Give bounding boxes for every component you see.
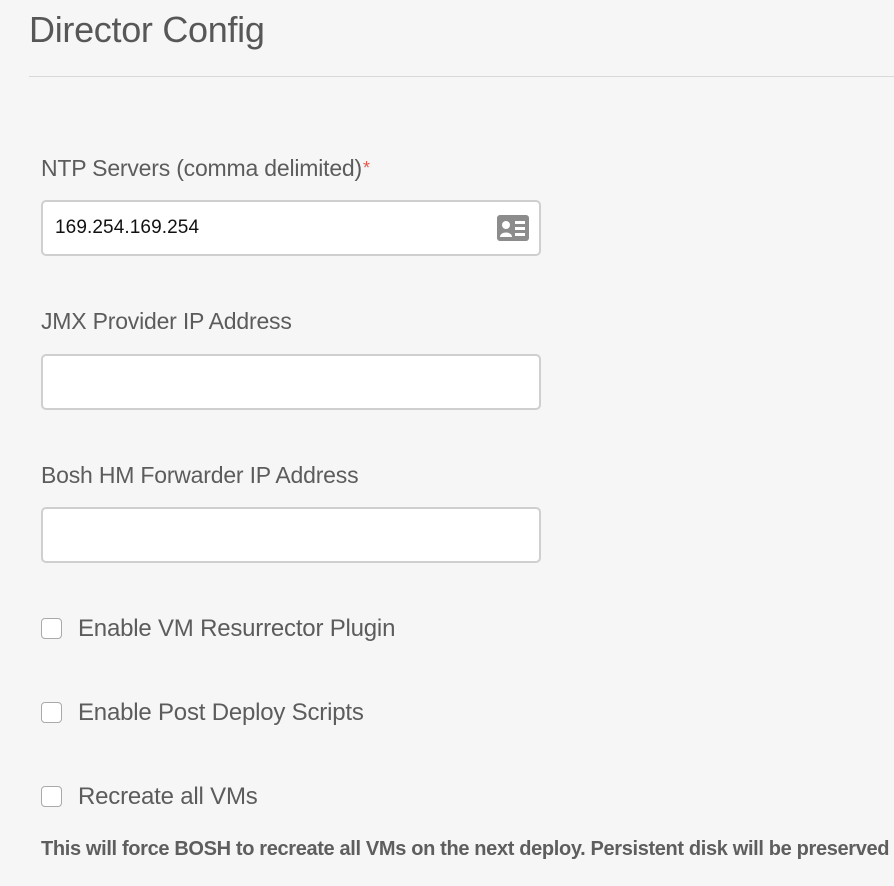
director-config-page: Director Config NTP Servers (comma delim… — [0, 0, 894, 886]
recreate-help-text: This will force BOSH to recreate all VMs… — [41, 838, 890, 860]
title-divider — [29, 76, 894, 77]
jmx-provider-input[interactable] — [41, 354, 541, 410]
vm-resurrector-label[interactable]: Enable VM Resurrector Plugin — [78, 614, 395, 644]
jmx-provider-label: JMX Provider IP Address — [41, 308, 292, 334]
page-title: Director Config — [29, 9, 265, 50]
recreate-all-vms-checkbox[interactable] — [41, 786, 62, 807]
ntp-servers-input[interactable]: 169.254.169.254 — [41, 200, 541, 256]
post-deploy-scripts-label[interactable]: Enable Post Deploy Scripts — [78, 698, 364, 728]
ntp-servers-label-text: NTP Servers (comma delimited) — [41, 155, 362, 181]
post-deploy-scripts-checkbox[interactable] — [41, 702, 62, 723]
contact-card-icon[interactable] — [497, 215, 529, 241]
bosh-hm-forwarder-label: Bosh HM Forwarder IP Address — [41, 462, 359, 488]
vm-resurrector-checkbox[interactable] — [41, 618, 62, 639]
required-asterisk: * — [362, 158, 370, 178]
bosh-hm-forwarder-input[interactable] — [41, 507, 541, 563]
ntp-servers-value: 169.254.169.254 — [55, 217, 200, 238]
recreate-all-vms-label[interactable]: Recreate all VMs — [78, 782, 258, 812]
ntp-servers-label: NTP Servers (comma delimited)* — [41, 154, 370, 182]
